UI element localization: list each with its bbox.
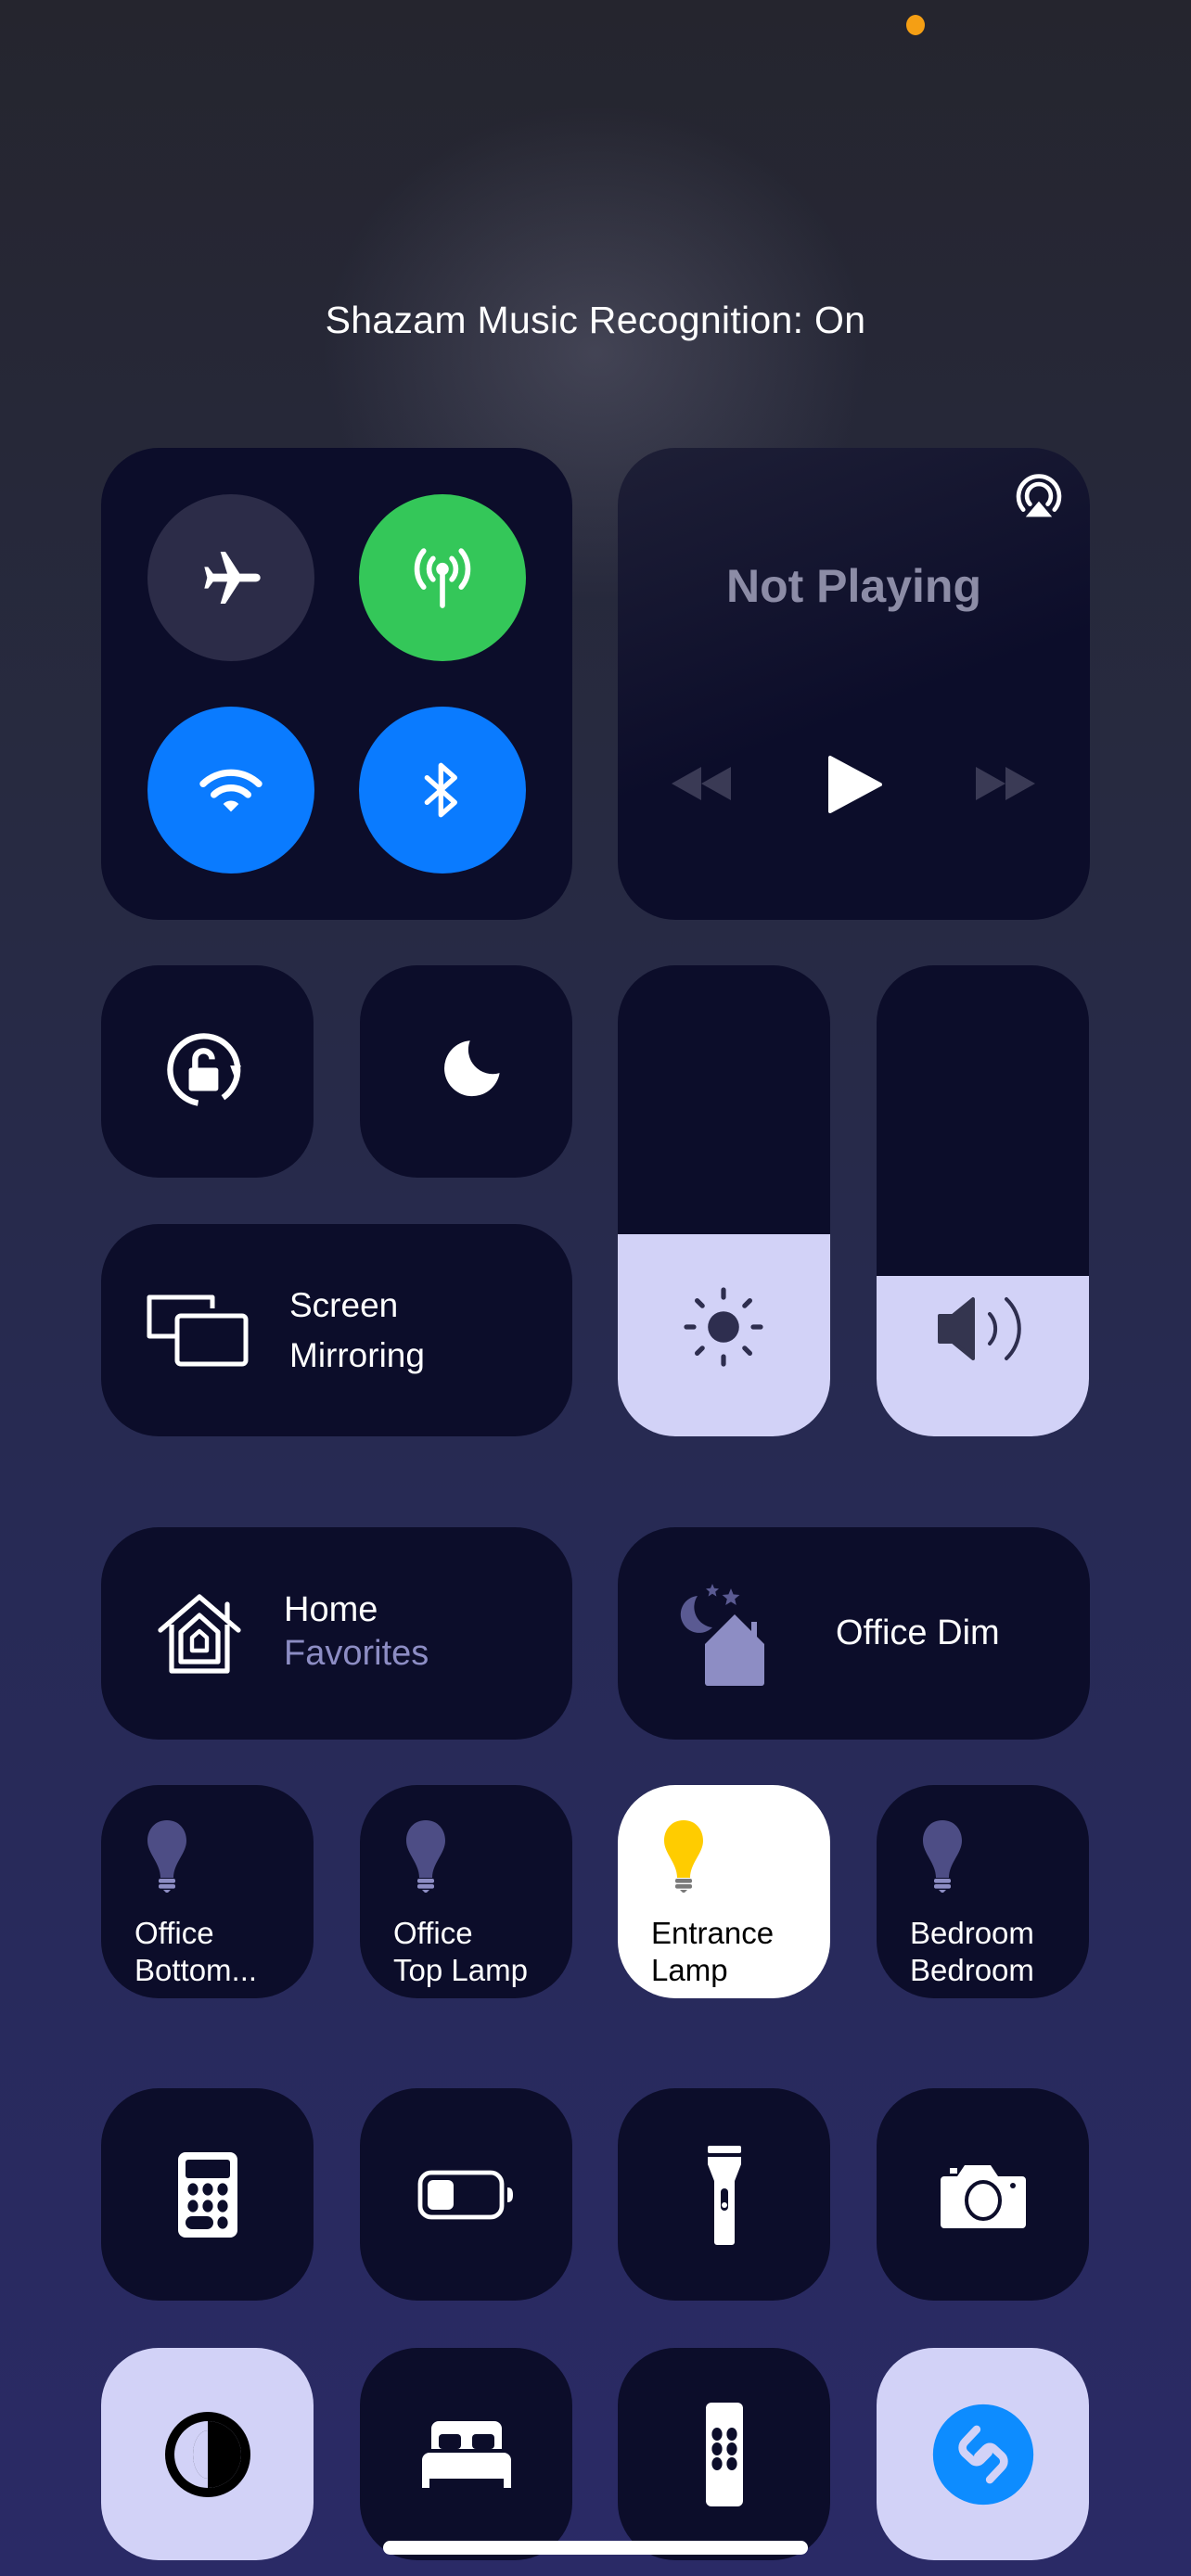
sun-icon (684, 1287, 763, 1367)
tv-remote-icon (705, 2402, 743, 2506)
orientation-lock-icon (166, 1032, 241, 1106)
home-subtitle: Favorites (284, 1634, 429, 1673)
scene-office-dim-button[interactable]: Office Dim (618, 1527, 1090, 1740)
camera-button[interactable] (877, 2088, 1089, 2301)
microphone-indicator-dot (906, 15, 925, 35)
accessory-office-top-lamp[interactable]: Office Top Lamp (360, 1785, 572, 1998)
speaker-volume-icon (938, 1297, 1021, 1360)
connectivity-module (101, 448, 572, 920)
cellular-data-toggle[interactable] (359, 494, 526, 661)
screen-mirroring-label-line1: Screen (289, 1286, 399, 1324)
screen-mirroring-label-line2: Mirroring (289, 1336, 425, 1374)
orientation-lock-toggle[interactable] (101, 965, 314, 1178)
shazam-icon (932, 2404, 1033, 2505)
flashlight-button[interactable] (618, 2088, 830, 2301)
sleep-button[interactable] (360, 2348, 572, 2560)
brightness-slider[interactable] (618, 965, 830, 1436)
dark-mode-toggle[interactable] (101, 2348, 314, 2560)
bed-icon (421, 2420, 511, 2488)
volume-slider[interactable] (877, 965, 1089, 1436)
moon-icon (443, 1039, 500, 1096)
airplay-audio-icon[interactable] (1010, 470, 1068, 528)
play-icon[interactable] (826, 754, 882, 815)
shazam-button[interactable] (877, 2348, 1089, 2560)
home-app-icon (158, 1594, 241, 1674)
lightbulb-on-icon (664, 1820, 703, 1893)
accessory-label: Office Top Lamp (393, 1916, 528, 1987)
lightbulb-off-icon (923, 1820, 962, 1893)
flashlight-icon (707, 2145, 741, 2245)
rewind-icon[interactable] (670, 763, 735, 804)
accessory-label: Bedroom Bedroom (910, 1916, 1034, 1987)
home-indicator-bar[interactable] (383, 2541, 808, 2555)
home-title: Home (284, 1590, 378, 1629)
bluetooth-icon (424, 762, 457, 818)
airplane-mode-toggle[interactable] (147, 494, 314, 661)
scene-label: Office Dim (836, 1613, 1000, 1652)
accessory-label: Office Bottom... (134, 1916, 258, 1987)
wifi-icon (199, 769, 263, 812)
calculator-icon (177, 2151, 237, 2238)
screen-mirroring-icon (147, 1294, 249, 1367)
cellular-antenna-icon (414, 548, 471, 608)
focus-toggle[interactable] (360, 965, 572, 1178)
lightbulb-off-icon (147, 1820, 186, 1893)
accessory-entrance-lamp[interactable]: Entrance Lamp (618, 1785, 830, 1998)
battery-icon (417, 2170, 513, 2219)
status-banner: Shazam Music Recognition: On (325, 299, 866, 341)
accessory-office-bottom[interactable]: Office Bottom... (101, 1785, 314, 1998)
screen-mirroring-button[interactable]: Screen Mirroring (101, 1224, 572, 1436)
camera-icon (940, 2164, 1026, 2228)
lightbulb-off-icon (406, 1820, 445, 1893)
night-scene-home-icon (680, 1584, 764, 1686)
now-playing-title: Not Playing (725, 560, 982, 612)
calculator-button[interactable] (101, 2088, 314, 2301)
bluetooth-toggle[interactable] (359, 707, 526, 874)
now-playing-module[interactable]: Not Playing (618, 448, 1090, 920)
accessory-label: Entrance Lamp (651, 1916, 775, 1987)
accessory-bedroom[interactable]: Bedroom Bedroom (877, 1785, 1089, 1998)
apple-tv-remote-button[interactable] (618, 2348, 830, 2560)
airplane-icon (204, 552, 261, 604)
fast-forward-icon[interactable] (972, 763, 1037, 804)
low-power-mode-button[interactable] (360, 2088, 572, 2301)
home-favorites-button[interactable]: Home Favorites (101, 1527, 572, 1740)
wifi-toggle[interactable] (147, 707, 314, 874)
dark-mode-icon (164, 2411, 250, 2497)
